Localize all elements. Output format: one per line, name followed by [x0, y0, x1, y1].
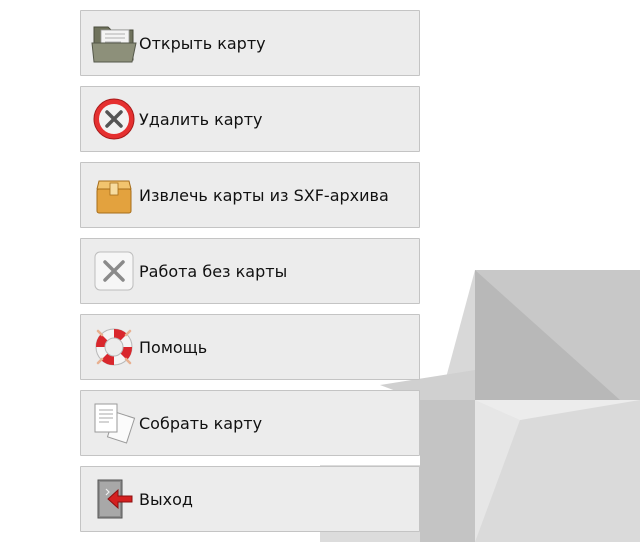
delete-map-button[interactable]: Удалить карту — [80, 86, 420, 152]
help-button[interactable]: Помощь — [80, 314, 420, 380]
extract-sxf-archive-label: Извлечь карты из SXF-архива — [139, 185, 389, 205]
work-without-map-button[interactable]: Работа без карты — [80, 238, 420, 304]
exit-door-icon — [90, 475, 138, 523]
main-menu: Открыть карту Удалить карту Извлечь карт… — [80, 10, 420, 542]
extract-sxf-archive-button[interactable]: Извлечь карты из SXF-архива — [80, 162, 420, 228]
help-label: Помощь — [139, 337, 208, 357]
exit-label: Выход — [139, 489, 193, 509]
assemble-map-button[interactable]: Собрать карту — [80, 390, 420, 456]
open-map-label: Открыть карту — [139, 33, 266, 53]
folder-icon — [90, 19, 138, 67]
exit-button[interactable]: Выход — [80, 466, 420, 532]
documents-icon — [90, 399, 138, 447]
app-window: Открыть карту Удалить карту Извлечь карт… — [0, 0, 640, 542]
open-map-button[interactable]: Открыть карту — [80, 10, 420, 76]
work-without-map-label: Работа без карты — [139, 261, 288, 281]
lifebuoy-icon — [90, 323, 138, 371]
archive-box-icon — [90, 171, 138, 219]
assemble-map-label: Собрать карту — [139, 413, 263, 433]
delete-icon — [90, 95, 138, 143]
delete-map-label: Удалить карту — [139, 109, 263, 129]
close-icon — [90, 247, 138, 295]
